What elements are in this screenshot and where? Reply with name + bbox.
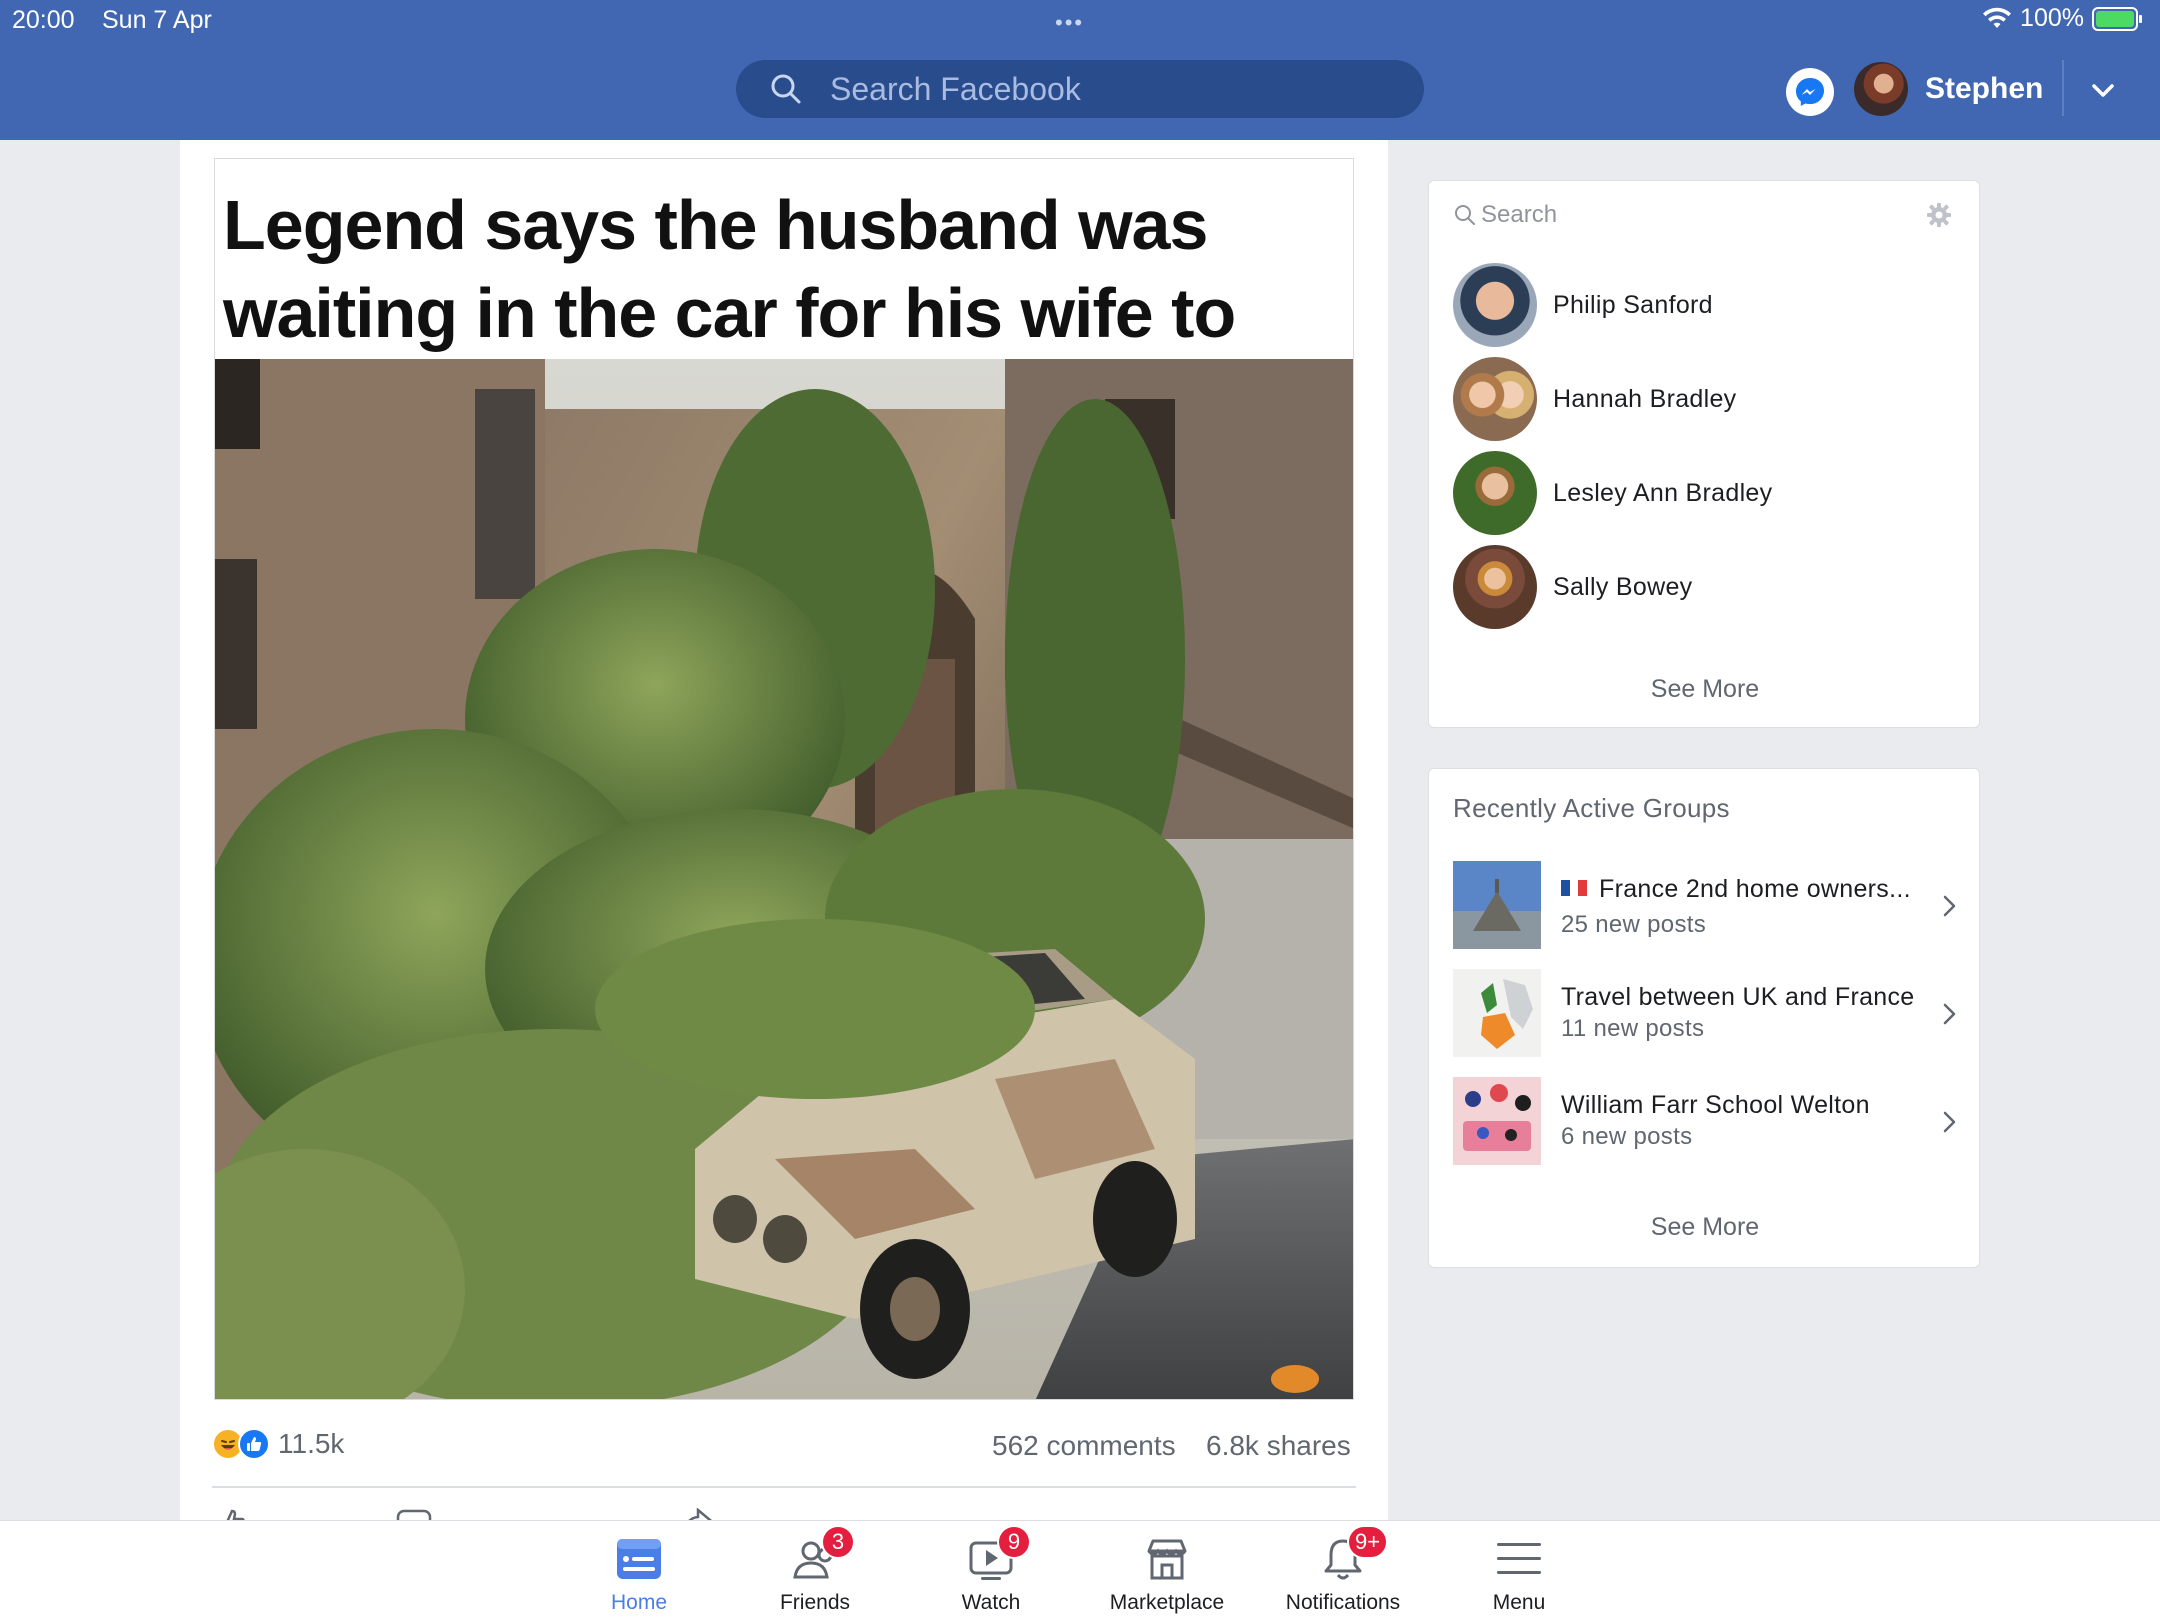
tab-label: Watch: [961, 1591, 1021, 1614]
battery-icon: [2092, 6, 2142, 31]
search-bar[interactable]: [736, 60, 1424, 118]
chevron-right-icon[interactable]: [1941, 891, 1959, 921]
wifi-icon: [1983, 7, 2012, 28]
comments-count[interactable]: 562 comments: [992, 1430, 1176, 1462]
post-divider: [212, 1486, 1356, 1488]
watch-badge: 9: [997, 1525, 1031, 1559]
contacts-search[interactable]: [1453, 201, 1901, 229]
shares-count[interactable]: 6.8k shares: [1206, 1430, 1351, 1462]
group-row[interactable]: Travel between UK and France 11 new post…: [1453, 969, 1963, 1057]
chevron-down-icon[interactable]: [2088, 76, 2118, 106]
contact-name: Sally Bowey: [1553, 572, 1693, 601]
contacts-card: Philip Sanford Hannah Bradley Lesley Ann…: [1428, 180, 1980, 728]
group-row[interactable]: William Farr School Welton 6 new posts: [1453, 1077, 1963, 1165]
tab-label: Notifications: [1285, 1591, 1401, 1614]
tab-watch[interactable]: 9 Watch: [903, 1521, 1079, 1620]
friends-badge: 3: [821, 1525, 855, 1559]
profile-name[interactable]: Stephen: [1925, 72, 2043, 106]
contact-row[interactable]: Philip Sanford: [1453, 263, 1953, 347]
tab-menu[interactable]: Menu: [1431, 1521, 1607, 1620]
tab-friends[interactable]: 3 Friends: [727, 1521, 903, 1620]
group-thumb: [1453, 969, 1541, 1057]
gear-icon[interactable]: [1925, 201, 1953, 229]
contacts-see-more[interactable]: See More: [1429, 675, 1981, 704]
status-date: Sun 7 Apr: [102, 6, 212, 34]
contact-row[interactable]: Hannah Bradley: [1453, 357, 1953, 441]
contact-row[interactable]: Lesley Ann Bradley: [1453, 451, 1953, 535]
tab-label: Home: [610, 1591, 668, 1614]
status-time: 20:00: [12, 6, 75, 34]
tab-notifications[interactable]: 9+ Notifications: [1255, 1521, 1431, 1620]
group-subtitle: 25 new posts: [1561, 911, 1707, 938]
contact-avatar: [1453, 357, 1537, 441]
group-name: William Farr School Welton: [1561, 1091, 1870, 1119]
contact-name: Philip Sanford: [1553, 290, 1713, 319]
tab-label: Marketplace: [1109, 1591, 1225, 1614]
contacts-search-input[interactable]: [1481, 201, 1901, 229]
post-image[interactable]: Legend says the husband was waiting in t…: [214, 158, 1354, 1400]
france-flag-icon: [1561, 880, 1587, 896]
contact-avatar: [1453, 545, 1537, 629]
chevron-right-icon[interactable]: [1941, 999, 1959, 1029]
group-thumb: [1453, 861, 1541, 949]
tab-marketplace[interactable]: Marketplace: [1079, 1521, 1255, 1620]
home-feed-icon: [617, 1539, 661, 1579]
overgrown-car-photo: [215, 359, 1353, 1399]
group-subtitle: 11 new posts: [1561, 1015, 1705, 1042]
group-subtitle: 6 new posts: [1561, 1123, 1693, 1150]
group-name: Travel between UK and France: [1561, 983, 1915, 1011]
contact-name: Lesley Ann Bradley: [1553, 478, 1773, 507]
messenger-button[interactable]: [1786, 68, 1834, 116]
top-header: 20:00 Sun 7 Apr ••• 100% Stephen: [0, 0, 2160, 140]
marketplace-icon: [1147, 1539, 1187, 1580]
contact-row[interactable]: Sally Bowey: [1453, 545, 1953, 629]
contact-avatar: [1453, 451, 1537, 535]
search-icon: [1455, 205, 1475, 225]
contact-name: Hannah Bradley: [1553, 384, 1737, 413]
messenger-icon: [1796, 78, 1824, 106]
chevron-right-icon[interactable]: [1941, 1107, 1959, 1137]
tab-label: Friends: [779, 1591, 851, 1614]
status-right: 100%: [1982, 4, 2142, 33]
contact-avatar: [1453, 263, 1537, 347]
profile-avatar[interactable]: [1854, 62, 1908, 116]
group-name: France 2nd home owners...: [1561, 875, 1911, 904]
bottom-nav: Home 3 Friends 9 Watch Marketplace 9+ No…: [0, 1520, 2160, 1620]
search-input[interactable]: [830, 70, 1390, 108]
groups-see-more[interactable]: See More: [1429, 1213, 1981, 1242]
group-thumb: [1453, 1077, 1541, 1165]
tab-home[interactable]: Home: [551, 1521, 727, 1620]
notifications-badge: 9+: [1347, 1525, 1389, 1559]
groups-card: Recently Active Groups France 2nd home o…: [1428, 768, 1980, 1268]
battery-percent: 100%: [2020, 4, 2084, 32]
tab-label: Menu: [1492, 1591, 1546, 1614]
header-divider: [2062, 60, 2064, 116]
search-icon: [771, 74, 801, 104]
reactions-count: 11.5k: [278, 1428, 345, 1459]
groups-title: Recently Active Groups: [1453, 793, 1730, 823]
group-row[interactable]: France 2nd home owners... 25 new posts: [1453, 861, 1963, 949]
multitasking-dots[interactable]: •••: [1055, 10, 1084, 36]
like-reaction-icon: [238, 1428, 270, 1460]
menu-icon: [1497, 1543, 1541, 1574]
reactions-summary[interactable]: 11.5k: [212, 1428, 344, 1460]
